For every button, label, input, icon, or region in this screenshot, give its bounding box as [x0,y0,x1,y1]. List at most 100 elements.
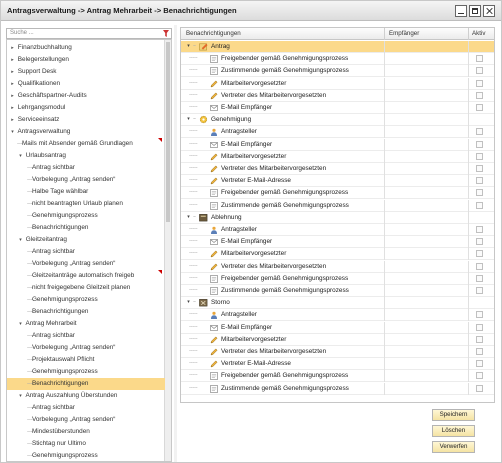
tree-item[interactable]: ▸ Belegerstellungen [7,54,165,66]
active-checkbox[interactable] [476,238,483,246]
tree-item[interactable]: - - - Benachrichtigungen [7,306,165,318]
grid-row[interactable]: - - - - - Mitarbeitervorgesetzter [181,248,494,261]
grid-row[interactable]: - - - - - E-Mail Empfänger [181,102,494,114]
grid-row[interactable]: - - - - - Antragsteller [181,126,494,139]
expand-icon[interactable]: ▸ [9,90,16,102]
tree-item[interactable]: - - - Halbe Tage wählbar [7,186,165,198]
active-checkbox[interactable] [476,311,483,319]
column-header-notifications[interactable]: Benachrichtigungen [186,30,241,37]
tree-item[interactable]: - - - Mindestüberstunden [7,426,165,438]
tree-item[interactable]: - - - Antrag sichtbar [7,402,165,414]
tree-item[interactable]: - - - Projektauswahl Pflicht [7,354,165,366]
tree-item[interactable]: - - - Vorbelegung „Antrag senden“ [7,342,165,354]
active-checkbox[interactable] [476,323,483,331]
active-checkbox[interactable] [476,128,483,136]
tree-item[interactable]: ▾ Antragsverwaltung [7,126,165,138]
active-checkbox[interactable] [476,262,483,270]
tree-item[interactable]: ▾ Urlaubsantrag [7,150,165,162]
grid-row[interactable]: - - - - - Zustimmende gemäß Genehmigungsp… [181,199,494,212]
grid-row[interactable]: - - - - - Vertreter des Mitarbeitervorges… [181,346,494,358]
tree-item[interactable]: - - - Antrag sichtbar [7,162,165,174]
active-checkbox[interactable] [476,287,483,294]
tree-item[interactable]: - - - Antrag sichtbar [7,330,165,342]
grid-row[interactable]: - - - - - E-Mail Empfänger [181,321,494,334]
grid-row[interactable]: - - - - - Vertreter des Mitarbeitervorges… [181,89,494,102]
collapse-icon[interactable]: ▾ [17,234,24,246]
tree-item[interactable]: ▸ Geschäftspartner-Audits [7,90,165,102]
tree-item[interactable]: ▾ Antrag Auszahlung Überstunden [7,390,165,402]
delete-button[interactable]: Löschen [432,425,475,437]
collapse-icon[interactable]: ▾ [17,318,24,330]
tree-item[interactable]: - - - Benachrichtigungen [7,222,165,234]
maximize-icon[interactable] [469,5,481,17]
tree-item[interactable]: - - - Mails mit Absender gemäß Grundlage… [7,138,165,150]
tree-item[interactable]: ▸ Lehrgangsmodul [7,102,165,114]
grid-group-row[interactable]: ▾ -- Genehmigung [181,114,494,127]
expand-icon[interactable]: ▸ [9,42,16,54]
grid-group-row[interactable]: ▾ -- Storno [181,297,494,310]
active-checkbox[interactable] [476,335,483,343]
tree-item[interactable]: ▸ Support Desk [7,66,165,78]
scrollbar-thumb[interactable] [166,42,170,222]
grid-row[interactable]: - - - - - Vertreter E-Mail-Adresse [181,175,494,188]
active-checkbox[interactable] [476,152,483,160]
tree-item[interactable]: - - - Antrag sichtbar [7,246,165,258]
active-checkbox[interactable] [476,384,483,392]
tree-item[interactable]: - - - Benachrichtigungen [7,378,165,390]
grid-row[interactable]: - - - - - Vertreter des Mitarbeitervorges… [181,163,494,175]
grid-row[interactable]: - - - - - Zustimmende gemäß Genehmigungsp… [181,285,494,297]
tree-item[interactable]: ▸ Serviceeinsatz [7,114,165,126]
tree-search-input[interactable]: Suche ... [6,28,172,39]
column-header-recipient[interactable]: Empfänger [389,30,419,37]
active-checkbox[interactable] [476,67,483,75]
column-header-active[interactable]: Aktiv [472,30,485,37]
expand-icon[interactable]: ▸ [9,54,16,66]
grid-group-row[interactable]: ▾ -- Ablehnung [181,211,494,224]
active-checkbox[interactable] [476,140,483,148]
grid-group-row[interactable]: ▾ -- Antrag [181,41,494,53]
active-checkbox[interactable] [476,250,483,258]
tree-item[interactable]: - - - Vorbelegung „Antrag senden“ [7,258,165,270]
collapse-icon[interactable]: ▾ [17,150,24,162]
active-checkbox[interactable] [476,348,483,355]
tree-item[interactable]: - - - Vorbelegung „Antrag senden“ [7,414,165,426]
active-checkbox[interactable] [476,201,483,209]
grid-row[interactable]: - - - - - Freigebender gemäß Genehmigungs… [181,187,494,200]
collapse-icon[interactable]: ▾ [17,390,24,402]
grid-row[interactable]: - - - - - Mitarbeitervorgesetzter [181,333,494,346]
grid-row[interactable]: - - - - - Freigebender gemäß Genehmigungs… [181,370,494,383]
tree-item[interactable]: - - - Genehmigungsprozess [7,450,165,461]
tree-item[interactable]: - - - Gleitzeitanträge automatisch freig… [7,270,165,282]
tree-item[interactable]: ▾ Gleitzeitantrag [7,234,165,246]
tree-item[interactable]: - - - Genehmigungsprozess [7,366,165,378]
active-checkbox[interactable] [476,91,483,99]
grid-row[interactable]: - - - - - Zustimmende gemäß Genehmigungsp… [181,65,494,78]
expand-icon[interactable]: ▸ [9,102,16,114]
panel-splitter[interactable] [174,25,177,462]
collapse-icon[interactable]: ▾ [185,114,192,125]
active-checkbox[interactable] [476,274,483,282]
close-icon[interactable] [483,5,495,17]
grid-row[interactable]: - - - - - E-Mail Empfänger [181,236,494,249]
discard-button[interactable]: Verwerfen [432,441,475,453]
tree-item[interactable]: - - - nicht beantragten Urlaub planen [7,198,165,210]
filter-icon[interactable] [163,30,169,37]
grid-row[interactable]: - - - - - Mitarbeitervorgesetzter [181,150,494,163]
active-checkbox[interactable] [476,79,483,87]
collapse-icon[interactable]: ▾ [185,41,192,52]
grid-row[interactable]: - - - - - Freigebender gemäß Genehmigungs… [181,53,494,66]
active-checkbox[interactable] [476,104,483,111]
save-button[interactable]: Speichern [432,409,475,421]
active-checkbox[interactable] [476,226,483,233]
tree-item[interactable]: - - - nicht freigegebene Gleitzeit plane… [7,282,165,294]
collapse-icon[interactable]: ▾ [9,126,16,138]
collapse-icon[interactable]: ▾ [185,297,192,308]
grid-row[interactable]: - - - - - Vertreter des Mitarbeitervorges… [181,260,494,273]
expand-icon[interactable]: ▸ [9,114,16,126]
tree-item[interactable]: ▸ Finanzbuchhaltung [7,42,165,54]
grid-row[interactable]: - - - - - Zustimmende gemäß Genehmigungsp… [181,382,494,395]
collapse-icon[interactable]: ▾ [185,212,192,223]
tree-item[interactable]: - - - Vorbelegung „Antrag senden“ [7,174,165,186]
grid-row[interactable]: - - - - - E-Mail Empfänger [181,138,494,151]
tree-item[interactable]: ▸ Qualifikationen [7,78,165,90]
